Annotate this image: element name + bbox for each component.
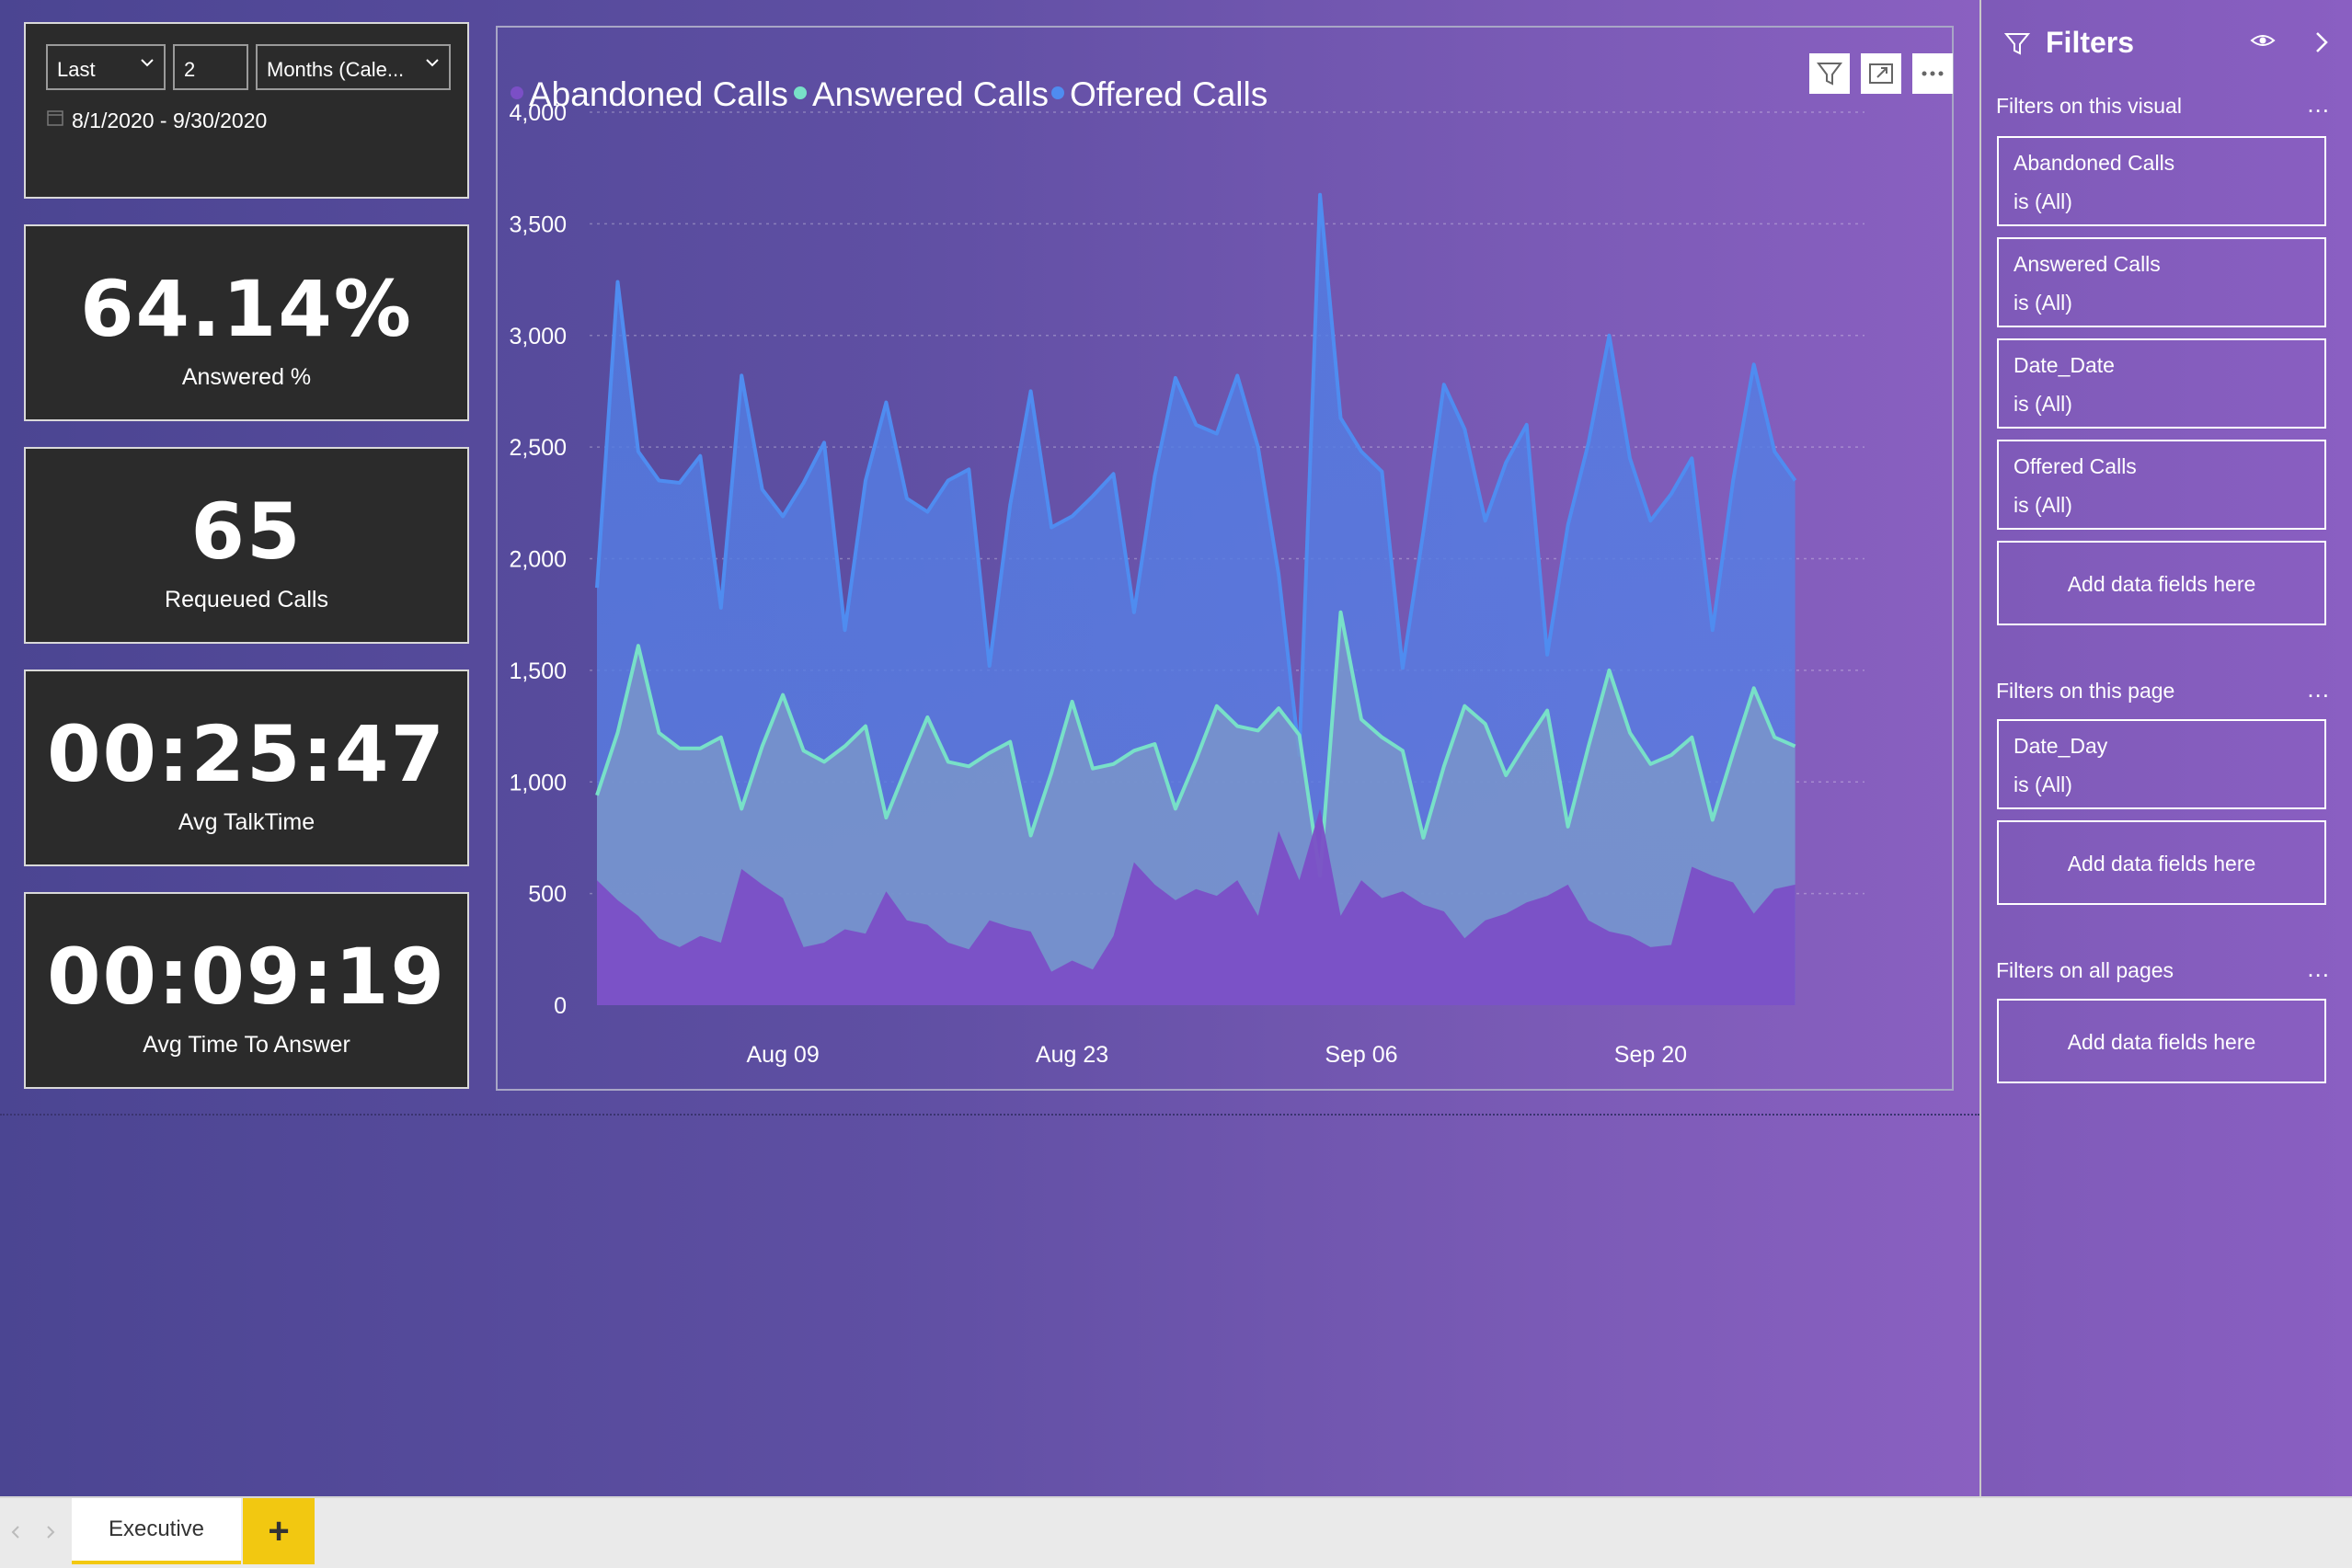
filter-field-value: is (All) [2014,291,2072,315]
kpi-label: Requeued Calls [165,587,328,612]
y-tick-label: 2,000 [509,547,567,573]
filter-icon [2003,33,2031,55]
y-tick-label: 2,500 [509,435,567,461]
filter-card-date-date[interactable]: Date_Date is (All) [1997,338,2326,429]
filter-field-value: is (All) [2014,773,2072,796]
x-tick-label: Sep 06 [1325,1042,1397,1068]
calendar-icon [47,110,63,126]
x-axis-labels: Aug 09 Aug 23 Sep 06 Sep 20 [747,1042,1688,1068]
y-tick-label: 1,500 [509,658,567,684]
section-visual-more-button[interactable]: ... [2307,90,2330,119]
y-tick-label: 0 [554,993,567,1019]
y-tick-label: 4,000 [509,100,567,126]
chevron-down-icon [426,59,439,67]
kpi-label: Avg Time To Answer [143,1032,350,1058]
scroll-right-icon[interactable] [44,1524,57,1540]
filter-field-name: Date_Day [2014,734,2108,758]
section-visual-title: Filters on this visual [1996,94,2182,118]
section-page-more-button[interactable]: ... [2307,675,2330,704]
filter-card-answered-calls[interactable]: Answered Calls is (All) [1997,237,2326,327]
section-all-more-button[interactable]: ... [2307,955,2330,983]
filter-field-name: Offered Calls [2014,454,2137,478]
count-value: 2 [184,58,196,81]
add-visual-field-dropzone[interactable]: Add data fields here [1997,541,2326,625]
y-tick-label: 1,000 [509,770,567,795]
x-tick-label: Aug 09 [747,1042,820,1068]
tab-executive[interactable]: Executive [72,1498,241,1564]
scroll-left-icon[interactable] [9,1524,22,1540]
kpi-card-avg-talktime[interactable]: 00:25:47 Avg TalkTime [24,670,469,866]
add-page-field-dropzone[interactable]: Add data fields here [1997,820,2326,905]
filter-field-value: is (All) [2014,189,2072,213]
filter-field-value: is (All) [2014,392,2072,416]
y-axis-labels: 4,000 3,500 3,000 2,500 2,000 1,500 1,000 500 0 [509,100,567,1019]
count-input[interactable]: 2 [173,44,248,90]
kpi-value: 64.14% [80,264,413,354]
relative-dropdown[interactable]: Last [46,44,166,90]
filter-card-abandoned-calls[interactable]: Abandoned Calls is (All) [1997,136,2326,226]
kpi-value: 65 [190,486,303,577]
page-tab-bar: Executive + [0,1496,2352,1568]
unit-value: Months (Cale... [267,58,405,81]
kpi-card-avg-time-to-answer[interactable]: 00:09:19 Avg Time To Answer [24,892,469,1089]
relative-value: Last [57,58,96,81]
kpi-label: Avg TalkTime [178,809,316,835]
collapse-chevron-icon[interactable] [2311,29,2333,55]
series-areas [595,192,1797,1006]
date-slicer: Last 2 Months (Cale... 8/1/2020 - 9/30/2… [24,22,469,199]
chevron-down-icon [141,59,154,67]
calls-area-chart[interactable]: Abandoned Calls Answered Calls Offered C… [496,26,1954,1091]
y-tick-label: 3,000 [509,324,567,349]
kpi-value: 00:25:47 [47,709,446,799]
filter-field-name: Abandoned Calls [2014,151,2175,175]
report-canvas: Last 2 Months (Cale... 8/1/2020 - 9/30/2… [0,0,1979,1496]
canvas-divider [0,1114,1979,1116]
date-range-text: 8/1/2020 - 9/30/2020 [72,109,268,132]
y-tick-label: 500 [528,882,567,908]
kpi-card-answered-pct[interactable]: 64.14% Answered % [24,224,469,421]
filter-field-name: Date_Date [2014,353,2115,377]
kpi-value: 00:09:19 [47,932,446,1022]
x-tick-label: Sep 20 [1614,1042,1687,1068]
filter-card-date-day[interactable]: Date_Day is (All) [1997,719,2326,809]
filters-pane: Filters Filters on this visual ... Aband… [1979,0,2352,1496]
unit-dropdown[interactable]: Months (Cale... [256,44,451,90]
add-page-button[interactable]: + [243,1498,315,1564]
filter-card-offered-calls[interactable]: Offered Calls is (All) [1997,440,2326,530]
y-tick-label: 3,500 [509,212,567,237]
x-tick-label: Aug 23 [1036,1042,1108,1068]
filters-title: Filters [2046,26,2135,59]
section-page-title: Filters on this page [1996,679,2175,703]
filter-field-value: is (All) [2014,493,2072,517]
eye-icon[interactable] [2250,31,2276,50]
filter-field-name: Answered Calls [2014,252,2161,276]
kpi-label: Answered % [181,364,312,390]
chart-plot: 4,0003,5003,0002,5002,0001,5001,0005000 … [509,100,1864,1068]
add-all-field-dropzone[interactable]: Add data fields here [1997,999,2326,1083]
kpi-card-requeued-calls[interactable]: 65 Requeued Calls [24,447,469,644]
section-all-title: Filters on all pages [1996,958,2174,982]
